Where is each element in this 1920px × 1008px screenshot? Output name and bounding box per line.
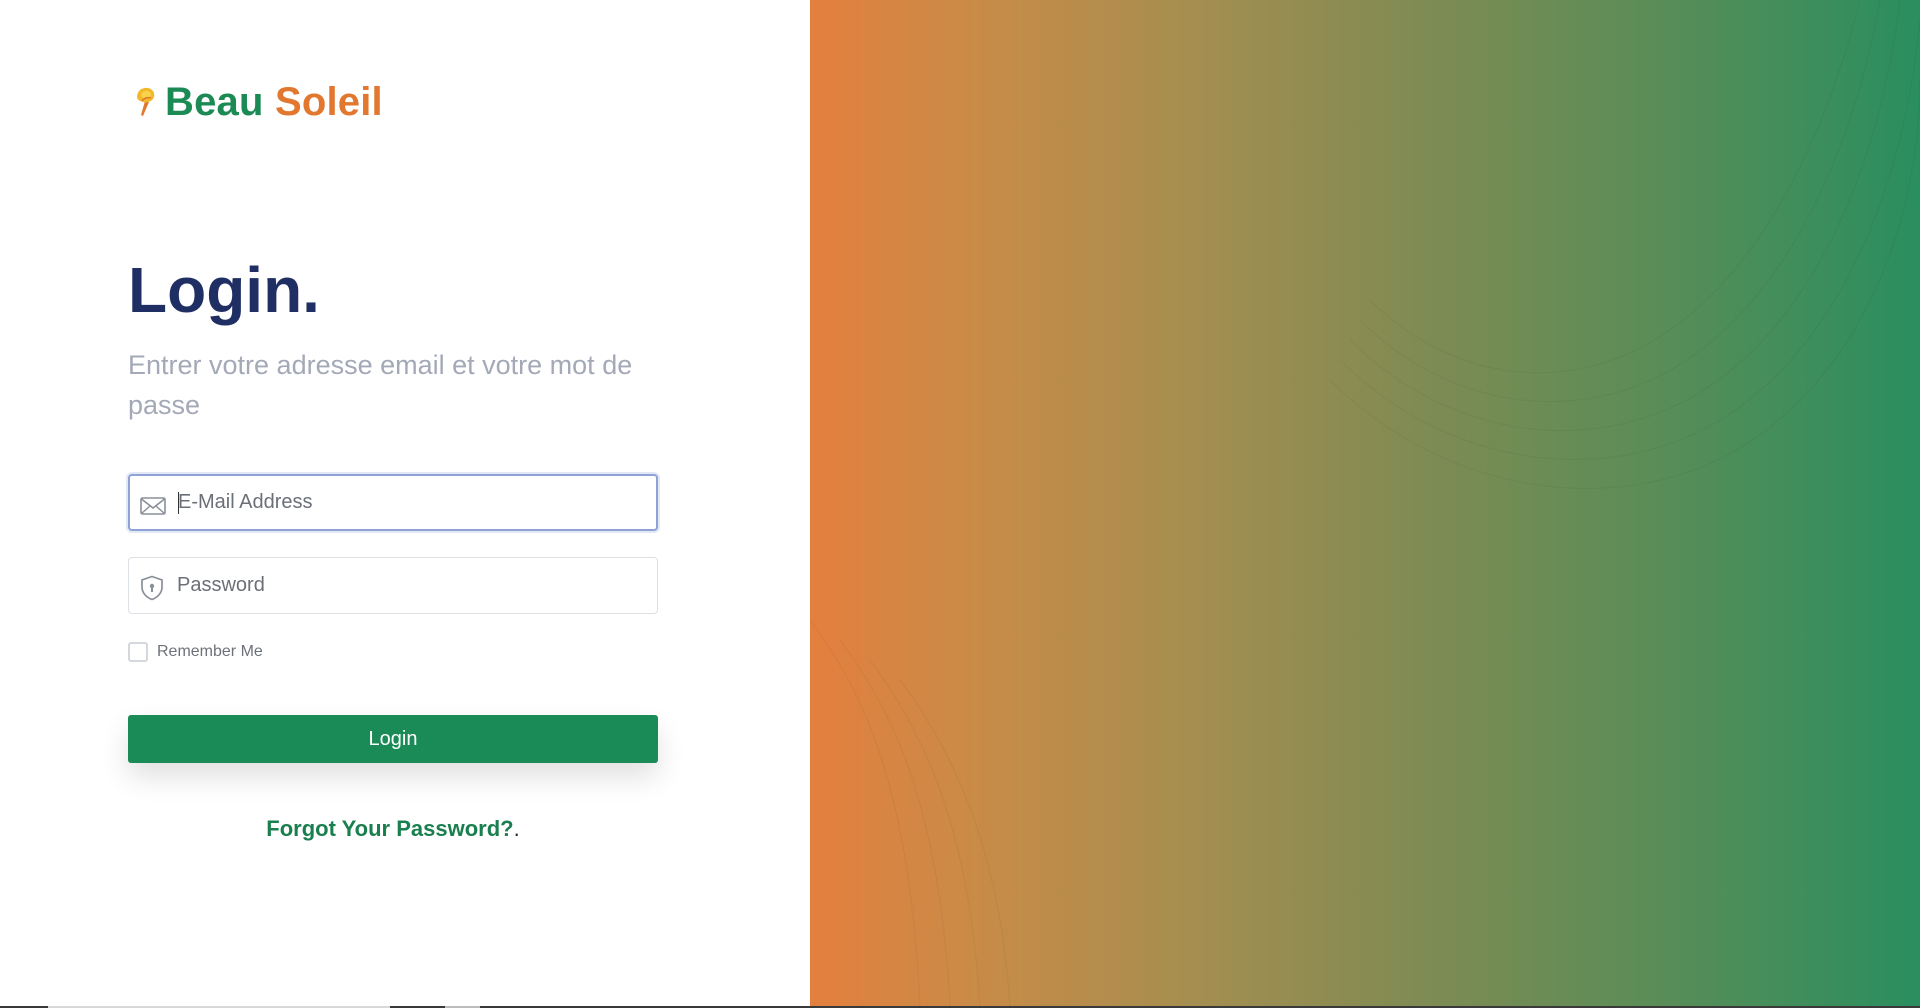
password-input[interactable]	[177, 558, 647, 613]
remember-me-checkbox[interactable]	[128, 642, 148, 662]
login-page: Beau Soleil Login. Entrer votre adresse …	[0, 0, 1920, 1008]
text-caret	[178, 492, 179, 514]
remember-me-label: Remember Me	[157, 643, 263, 660]
brand-name-second: Soleil	[274, 80, 383, 124]
login-subtitle: Entrer votre adresse email et votre mot …	[128, 350, 633, 420]
contour-pattern	[810, 0, 1920, 1006]
password-field[interactable]	[128, 557, 658, 614]
shield-lock-icon	[141, 575, 163, 601]
login-button[interactable]: Login	[128, 715, 658, 763]
envelope-icon	[140, 497, 166, 515]
torch-flame-icon	[137, 87, 155, 116]
email-field[interactable]	[128, 474, 658, 531]
email-input[interactable]	[178, 476, 648, 529]
remember-me[interactable]: Remember Me	[128, 642, 263, 662]
decorative-gradient-panel	[810, 0, 1920, 1006]
brand-logo: Beau Soleil	[131, 78, 383, 126]
forgot-password-link[interactable]: Forgot Your Password?	[266, 816, 513, 841]
login-panel: Beau Soleil Login. Entrer votre adresse …	[0, 0, 810, 1008]
page-title: Login.	[128, 254, 320, 326]
brand-name-first: Beau	[165, 80, 264, 124]
forgot-password: Forgot Your Password?.	[128, 816, 658, 842]
forgot-password-period: .	[513, 816, 520, 841]
